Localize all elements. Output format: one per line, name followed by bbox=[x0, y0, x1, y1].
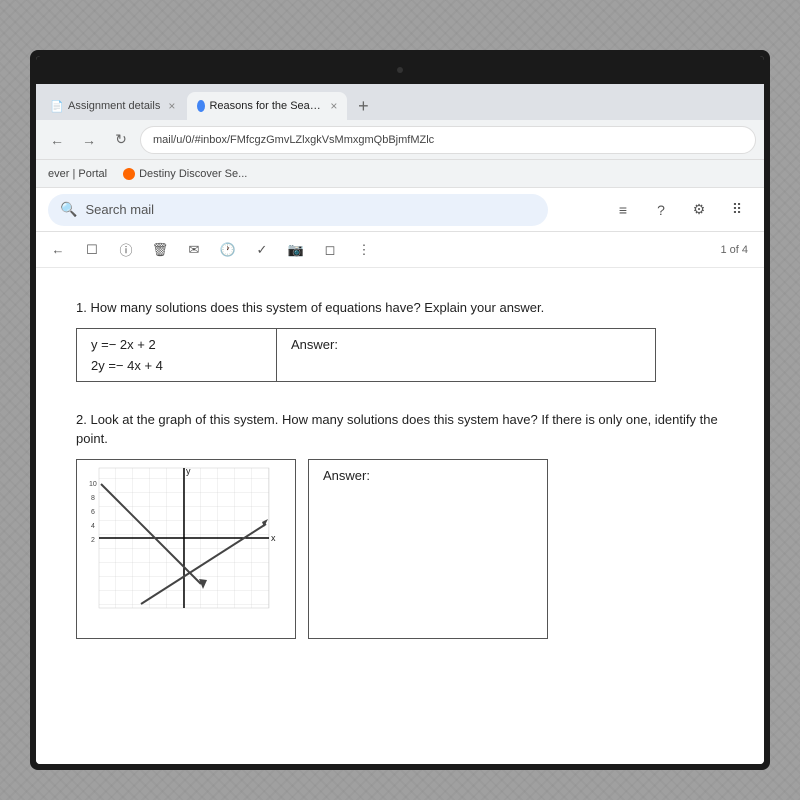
email-content: 1. How many solutions does this system o… bbox=[36, 268, 764, 764]
bookmark-destiny[interactable]: Destiny Discover Se... bbox=[119, 166, 251, 182]
tab-assignment-favicon: 📄 bbox=[50, 99, 64, 113]
more-icon: ⋮ bbox=[358, 242, 371, 258]
settings-icon-btn[interactable]: ⚙ bbox=[684, 195, 714, 225]
tab-bar: 📄 Assignment details × Reasons for the S… bbox=[36, 84, 764, 120]
question-1: 1. How many solutions does this system o… bbox=[76, 298, 724, 382]
tab-reasons-favicon bbox=[197, 100, 205, 112]
answer-box-2[interactable]: Answer: bbox=[308, 459, 548, 639]
equation-table: y =− 2x + 2 2y =− 4x + 4 Answer: bbox=[76, 328, 656, 382]
tab-reasons-close[interactable]: × bbox=[330, 99, 337, 113]
destiny-favicon-icon bbox=[123, 168, 135, 180]
svg-text:6: 6 bbox=[91, 509, 95, 516]
svg-text:10: 10 bbox=[89, 481, 97, 488]
camera-dot bbox=[397, 67, 403, 73]
delete-btn[interactable]: 🗑 bbox=[146, 236, 174, 264]
mail-btn[interactable]: ✉ bbox=[180, 236, 208, 264]
doc-icon: ◻ bbox=[325, 242, 336, 258]
browser-window: 📄 Assignment details × Reasons for the S… bbox=[36, 84, 764, 764]
page-count: 1 of 4 bbox=[720, 244, 756, 256]
table-row-eq1: y =− 2x + 2 2y =− 4x + 4 Answer: bbox=[77, 328, 656, 381]
bookmarks-bar: ever | Portal Destiny Discover Se... bbox=[36, 160, 764, 188]
help-icon: ? bbox=[657, 202, 665, 218]
bookmark-portal-label: ever | Portal bbox=[48, 168, 107, 180]
url-text: mail/u/0/#inbox/FMfcgzGmvLZlxgkVsMmxgmQb… bbox=[153, 134, 434, 146]
archive-icon: ☐ bbox=[86, 242, 98, 258]
answer-cell-1[interactable]: Answer: bbox=[277, 328, 656, 381]
tab-reasons-label: Reasons for the Seasons - 8TH-G bbox=[209, 100, 322, 112]
x-axis-label: x bbox=[271, 533, 276, 543]
svg-text:8: 8 bbox=[91, 495, 95, 502]
coordinate-graph: y x 10 8 6 4 2 bbox=[81, 464, 291, 634]
top-bezel bbox=[36, 56, 764, 84]
svg-text:4: 4 bbox=[91, 523, 95, 530]
back-button[interactable]: ← bbox=[44, 127, 70, 153]
bookmark-portal[interactable]: ever | Portal bbox=[44, 166, 111, 182]
equation-2: 2y =− 4x + 4 bbox=[91, 358, 262, 373]
back-to-inbox-btn[interactable]: ← bbox=[44, 236, 72, 264]
tab-assignment[interactable]: 📄 Assignment details × bbox=[40, 92, 185, 120]
graph-section: y x 10 8 6 4 2 bbox=[76, 459, 724, 639]
filter-icon: ≡ bbox=[619, 202, 627, 218]
email-action-bar: ← ☐ ⓘ 🗑 ✉ 🕐 ✓ bbox=[36, 232, 764, 268]
back-icon: ← bbox=[52, 242, 65, 257]
tab-assignment-close[interactable]: × bbox=[168, 99, 175, 113]
gmail-icons: ≡ ? ⚙ ⠿ bbox=[608, 195, 752, 225]
question-2-text: 2. Look at the graph of this system. How… bbox=[76, 410, 724, 449]
answer-label-2: Answer: bbox=[323, 468, 370, 483]
equations-cell: y =− 2x + 2 2y =− 4x + 4 bbox=[77, 328, 277, 381]
graph-container: y x 10 8 6 4 2 bbox=[76, 459, 296, 639]
y-axis-label: y bbox=[186, 466, 191, 476]
tab-reasons[interactable]: Reasons for the Seasons - 8TH-G × bbox=[187, 92, 347, 120]
new-tab-button[interactable]: + bbox=[349, 92, 377, 120]
address-bar[interactable]: mail/u/0/#inbox/FMfcgzGmvLZlxgkVsMmxgmQb… bbox=[140, 126, 756, 154]
apps-icon: ⠿ bbox=[732, 201, 742, 218]
more-options-btn[interactable]: ⋮ bbox=[350, 236, 378, 264]
answer-label-1: Answer: bbox=[291, 337, 338, 352]
clock-btn[interactable]: 🕐 bbox=[214, 236, 242, 264]
info-icon: ⓘ bbox=[119, 240, 132, 259]
info-btn[interactable]: ⓘ bbox=[112, 236, 140, 264]
camera-btn[interactable]: 📷 bbox=[282, 236, 310, 264]
camera-icon: 📷 bbox=[288, 242, 304, 258]
check-icon: ✓ bbox=[257, 242, 268, 258]
equation-1: y =− 2x + 2 bbox=[91, 337, 262, 352]
tab-assignment-label: Assignment details bbox=[68, 100, 160, 112]
apps-icon-btn[interactable]: ⠿ bbox=[722, 195, 752, 225]
question-1-text: 1. How many solutions does this system o… bbox=[76, 298, 724, 318]
laptop-screen: 📄 Assignment details × Reasons for the S… bbox=[30, 50, 770, 770]
refresh-button[interactable]: ↻ bbox=[108, 127, 134, 153]
trash-icon: 🗑 bbox=[152, 242, 169, 258]
search-placeholder: Search mail bbox=[85, 202, 154, 217]
help-icon-btn[interactable]: ? bbox=[646, 195, 676, 225]
filter-icon-btn[interactable]: ≡ bbox=[608, 195, 638, 225]
settings-icon: ⚙ bbox=[693, 201, 706, 218]
address-bar-row: ← → ↻ mail/u/0/#inbox/FMfcgzGmvLZlxgkVsM… bbox=[36, 120, 764, 160]
check-btn[interactable]: ✓ bbox=[248, 236, 276, 264]
search-icon: 🔍 bbox=[60, 201, 77, 218]
forward-button[interactable]: → bbox=[76, 127, 102, 153]
gmail-toolbar: 🔍 Search mail ≡ ? ⚙ ⠿ bbox=[36, 188, 764, 232]
doc-btn[interactable]: ◻ bbox=[316, 236, 344, 264]
screen-inner: 📄 Assignment details × Reasons for the S… bbox=[36, 56, 764, 764]
mail-icon: ✉ bbox=[189, 242, 200, 258]
clock-icon: 🕐 bbox=[220, 242, 236, 258]
question-2: 2. Look at the graph of this system. How… bbox=[76, 410, 724, 639]
archive-btn[interactable]: ☐ bbox=[78, 236, 106, 264]
bookmark-destiny-label: Destiny Discover Se... bbox=[139, 168, 247, 180]
svg-text:2: 2 bbox=[91, 537, 95, 544]
search-bar[interactable]: 🔍 Search mail bbox=[48, 194, 548, 226]
